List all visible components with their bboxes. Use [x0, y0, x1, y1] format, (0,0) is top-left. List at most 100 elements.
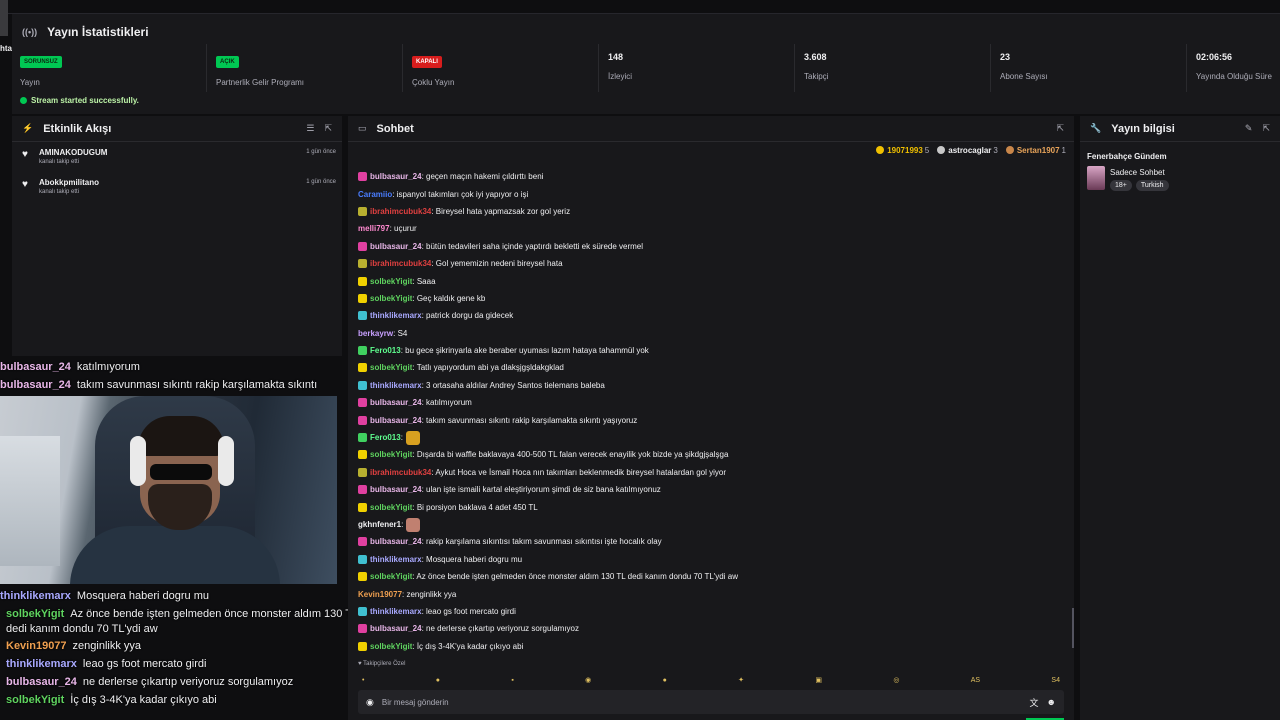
chat-message: bulbasaur_24: rakip karşılama sıkıntısı … — [358, 533, 1058, 550]
overlay-text: katılmıyorum — [76, 361, 140, 373]
chat-bubble-icon: ◉ — [366, 696, 374, 707]
chat-username[interactable]: solbekYigit — [370, 363, 412, 372]
activity-user: AMINAKODUGUM — [39, 148, 108, 157]
chat-username[interactable]: thinklikemarx — [370, 311, 422, 320]
tag-chip[interactable]: Turkish — [1135, 180, 1169, 191]
chat-username[interactable]: bulbasaur_24 — [370, 485, 422, 494]
webcam-feed — [0, 396, 337, 584]
badge-icon — [358, 572, 367, 582]
emote[interactable]: ◎ — [893, 676, 899, 684]
chat-text: : bu gece şikrinyarla ake beraber uyumas… — [400, 346, 649, 356]
translate-icon[interactable]: 文 — [1030, 696, 1039, 709]
chat-username[interactable]: thinklikemarx — [370, 381, 422, 390]
emote[interactable]: S4 — [1051, 677, 1060, 684]
emote[interactable]: ● — [436, 677, 440, 684]
activity-item: ♥ Abokkpmilitano kanalı takip etti 1 gün… — [12, 172, 342, 202]
chat-username[interactable]: bulbasaur_24 — [370, 537, 422, 546]
stat-label: Abone Sayısı — [1000, 72, 1048, 81]
overlay-chat-line: solbekYigit İç dış 3-4K'ya kadar çıkıyo a… — [6, 694, 217, 706]
top-supporters: 19071993 5 astrocaglar 3 Sertan1907 1 — [348, 142, 1074, 158]
chat-title: Sohbet — [376, 122, 414, 135]
chat-username[interactable]: Kevin19077 — [358, 590, 402, 599]
chat-text: : takım savunması sıkıntı rakip karşılam… — [421, 415, 638, 425]
chat-username[interactable]: solbekYigit — [370, 450, 412, 459]
badge-icon — [358, 624, 367, 634]
badge-icon — [358, 346, 367, 356]
overlay-chat-line: thinklikemarx Mosquera haberi dogru mu — [0, 590, 209, 602]
badge-icon — [358, 537, 367, 547]
chat-scrollbar[interactable] — [1072, 608, 1074, 648]
chat-input-placeholder[interactable]: Bir mesaj gönderin — [382, 698, 1022, 707]
badge-icon — [358, 502, 367, 512]
emote[interactable]: ▪ — [511, 677, 513, 684]
chat-username[interactable]: ibrahimcubuk34 — [370, 468, 431, 477]
emote[interactable]: • — [362, 677, 364, 684]
chat-username[interactable]: solbekYigit — [370, 572, 412, 581]
chat-username[interactable]: ibrahimcubuk34 — [370, 259, 431, 268]
stream-category[interactable]: Fenerbahçe Gündem — [1087, 152, 1167, 161]
chat-username[interactable]: ibrahimcubuk34 — [370, 207, 431, 216]
tag-chip[interactable]: 18+ — [1110, 180, 1132, 191]
chat-username[interactable]: bulbasaur_24 — [370, 242, 422, 251]
chat-username[interactable]: solbekYigit — [370, 294, 412, 303]
chat-username[interactable]: bulbasaur_24 — [370, 416, 422, 425]
overlay-chat-line: dedi kanım dondu 70 TL'ydi aw — [6, 623, 158, 635]
stat-partner-program: AÇIK Partnerlik Gelir Programı — [208, 44, 403, 92]
chat-username[interactable]: solbekYigit — [370, 642, 412, 651]
chat-username[interactable]: thinklikemarx — [370, 607, 422, 616]
emote[interactable]: ✦ — [738, 676, 744, 684]
overlay-chat-line: thinklikemarx leao gs foot mercato girdi — [6, 658, 206, 670]
chat-text: : katılmıyorum — [421, 398, 472, 408]
chat-username[interactable]: Fero013 — [370, 433, 401, 442]
sidebar-edge-text: hta — [0, 44, 12, 53]
overlay-user: Kevin19077 — [6, 640, 67, 652]
supporter[interactable]: astrocaglar 3 — [937, 146, 998, 155]
chat-message: solbekYigit: Bi porsiyon baklava 4 adet … — [358, 498, 1058, 515]
emoji-icon[interactable]: ☻ — [1047, 697, 1056, 707]
chat-text: : zenginlikk yya — [402, 589, 457, 599]
stats-title: Yayın İstatistikleri — [47, 25, 149, 39]
chat-username[interactable]: melli797 — [358, 224, 390, 233]
badge-icon — [358, 206, 367, 216]
chat-message: bulbasaur_24: geçen maçın hakemi çıldırt… — [358, 168, 1058, 185]
edit-icon[interactable]: ✎ — [1245, 123, 1253, 134]
supporter[interactable]: 19071993 5 — [876, 146, 929, 155]
chat-text: : ne derlerse çıkartıp veriyoruz sorgula… — [421, 624, 579, 634]
chat-text: : — [401, 520, 404, 529]
badge-icon — [358, 276, 367, 286]
stream-tags: 18+ Turkish — [1110, 180, 1169, 191]
badge-icon — [358, 606, 367, 616]
status-badge: AÇIK — [216, 56, 239, 68]
chat-username[interactable]: solbekYigit — [370, 277, 412, 286]
filter-icon[interactable]: ☰ — [306, 123, 314, 134]
chat-input[interactable]: ◉ Bir mesaj gönderin 文 ☻ — [358, 690, 1064, 714]
emote[interactable]: ▣ — [815, 676, 822, 684]
emote[interactable]: AS — [971, 677, 980, 684]
overlay-user: thinklikemarx — [0, 590, 71, 602]
overlay-user: solbekYigit — [6, 608, 65, 620]
supporter[interactable]: Sertan1907 1 — [1005, 146, 1066, 155]
chat-message: solbekYigit: Dışarda bi waffle baklavaya… — [358, 446, 1058, 463]
popout-icon[interactable]: ⇱ — [1056, 123, 1064, 134]
chat-message: ibrahimcubuk34: Aykut Hoca ve İsmail Hoc… — [358, 464, 1058, 481]
chat-username[interactable]: gkhnfener1 — [358, 520, 401, 529]
chat-username[interactable]: thinklikemarx — [370, 555, 422, 564]
popout-icon[interactable]: ⇱ — [324, 123, 332, 134]
chat-text: : Mosquera haberi dogru mu — [421, 554, 523, 564]
emote[interactable]: ◉ — [585, 676, 591, 684]
chat-username[interactable]: bulbasaur_24 — [370, 398, 422, 407]
chat-username[interactable]: bulbasaur_24 — [370, 624, 422, 633]
chat-text: : Bireysel hata yapmazsak zor gol yeriz — [431, 206, 571, 216]
stat-label: Yayında Olduğu Süre — [1196, 72, 1272, 81]
chat-username[interactable]: Caramiio — [358, 190, 392, 199]
chat-username[interactable]: berkayrw — [358, 329, 393, 338]
overlay-chat-line: bulbasaur_24 takım savunması sıkıntı raki… — [0, 379, 317, 391]
stat-label: Partnerlik Gelir Programı — [216, 78, 305, 87]
chat-username[interactable]: Fero013 — [370, 346, 401, 355]
emote[interactable]: ● — [663, 677, 667, 684]
chat-message: Kevin19077: zenginlikk yya — [358, 585, 1058, 602]
chat-username[interactable]: bulbasaur_24 — [370, 172, 422, 181]
chat-text: : uçurur — [389, 224, 417, 234]
chat-username[interactable]: solbekYigit — [370, 503, 412, 512]
popout-icon[interactable]: ⇱ — [1262, 123, 1270, 134]
